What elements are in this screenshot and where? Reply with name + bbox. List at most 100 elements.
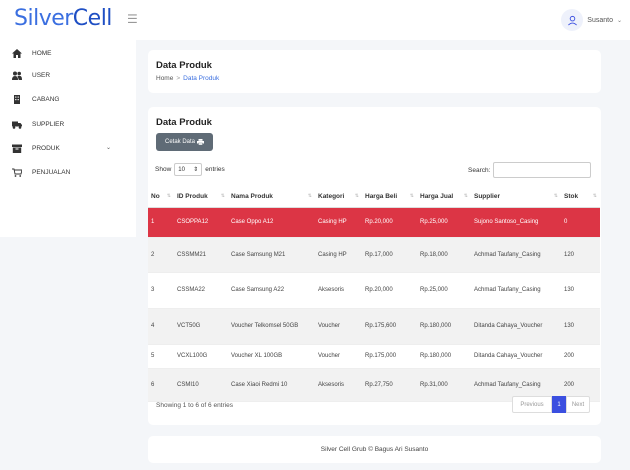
table-row: 1 CSOPPA12 Case Oppo A12 Casing HP Rp.20… bbox=[148, 207, 600, 238]
entries-value: 10 bbox=[178, 166, 185, 173]
next-page-button[interactable]: Next bbox=[566, 396, 590, 413]
sidebar-item-label: CABANG bbox=[32, 96, 60, 103]
sidebar-item-label: HOME bbox=[32, 50, 52, 57]
cell-id-produk: VCT50G bbox=[174, 308, 228, 345]
breadcrumb: Home > Data Produk bbox=[156, 75, 219, 82]
card-title: Data Produk bbox=[156, 117, 212, 128]
sidebar-item-user[interactable]: USER bbox=[12, 71, 50, 80]
column-header-id-produk[interactable]: ID Produk ⇅ bbox=[174, 187, 228, 208]
column-header-stok[interactable]: Stok ⇅ bbox=[561, 187, 600, 208]
cell-stok: 200 bbox=[561, 344, 600, 369]
breadcrumb-home[interactable]: Home bbox=[156, 75, 173, 82]
search-label: Search: bbox=[468, 166, 491, 174]
cell-stok: 0 bbox=[561, 207, 600, 238]
show-entries-control: Show 10 ⇕ entries bbox=[155, 163, 225, 176]
sort-icon: ⇅ bbox=[409, 193, 414, 200]
previous-page-button[interactable]: Previous bbox=[512, 396, 552, 413]
cell-kategori: Voucher bbox=[315, 308, 362, 345]
cell-harga-beli: Rp.27,750 bbox=[362, 368, 417, 402]
cell-kategori: Aksesoris bbox=[315, 368, 362, 402]
sidebar-item-produk[interactable]: PRODUK bbox=[12, 144, 60, 153]
user-menu[interactable]: Susanto ⌄ bbox=[561, 9, 622, 31]
cell-no: 1 bbox=[148, 207, 174, 238]
cell-nama-produk: Case Samsung A22 bbox=[228, 272, 315, 309]
cell-nama-produk: Voucher Telkomsel 50GB bbox=[228, 308, 315, 345]
footer-text: Silver Cell Grub © Bagus Ari Susanto bbox=[320, 446, 429, 453]
search-input[interactable] bbox=[493, 162, 592, 178]
sidebar-item-label: SUPPLIER bbox=[32, 121, 65, 128]
cell-harga-beli: Rp.20,000 bbox=[362, 272, 417, 309]
pagination: Previous 1 Next bbox=[512, 396, 590, 413]
sort-icon: ⇅ bbox=[463, 193, 468, 200]
cell-id-produk: CSOPPA12 bbox=[174, 207, 228, 238]
column-header-harga-beli[interactable]: Harga Beli ⇅ bbox=[362, 187, 417, 208]
cell-harga-beli: Rp.17,000 bbox=[362, 237, 417, 273]
column-header-harga-jual[interactable]: Harga Jual ⇅ bbox=[417, 187, 471, 208]
top-navbar: SilverCell ☰ Susanto ⌄ bbox=[0, 0, 630, 40]
cell-harga-jual: Rp.18,000 bbox=[417, 237, 471, 273]
column-header-nama-produk[interactable]: Nama Produk ⇅ bbox=[228, 187, 315, 208]
cell-id-produk: CSMI10 bbox=[174, 368, 228, 402]
cell-harga-jual: Rp.25,000 bbox=[417, 207, 471, 238]
sidebar-item-supplier[interactable]: SUPPLIER bbox=[12, 120, 64, 129]
cell-supplier: Achmad Taufany_Casing bbox=[471, 272, 561, 309]
cell-id-produk: VCXL100G bbox=[174, 344, 228, 369]
cell-id-produk: CSSMM21 bbox=[174, 237, 228, 273]
column-header-no[interactable]: No ⇅ bbox=[148, 187, 174, 208]
sort-icon: ⇅ bbox=[354, 193, 359, 200]
cell-kategori: Aksesoris bbox=[315, 272, 362, 309]
cell-kategori: Casing HP bbox=[315, 207, 362, 238]
table-row: 4 VCT50G Voucher Telkomsel 50GB Voucher … bbox=[148, 308, 600, 345]
cell-kategori: Casing HP bbox=[315, 237, 362, 273]
cell-harga-jual: Rp.180,000 bbox=[417, 344, 471, 369]
sidebar-item-label: PENJUALAN bbox=[32, 169, 71, 176]
sort-icon: ⇅ bbox=[166, 193, 171, 200]
page-header-card: Data Produk Home > Data Produk bbox=[148, 50, 601, 93]
cell-kategori: Voucher bbox=[315, 344, 362, 369]
print-data-button[interactable]: Cetak Data bbox=[156, 133, 213, 151]
box-icon bbox=[12, 144, 22, 153]
sort-icon: ⇅ bbox=[592, 193, 597, 200]
sidebar-item-penjualan[interactable]: PENJUALAN bbox=[12, 168, 70, 177]
column-header-supplier[interactable]: Supplier ⇅ bbox=[471, 187, 561, 208]
cell-harga-jual: Rp.31,000 bbox=[417, 368, 471, 402]
footer: Silver Cell Grub © Bagus Ari Susanto bbox=[148, 436, 601, 463]
cell-harga-beli: Rp.175,600 bbox=[362, 308, 417, 345]
sidebar-item-cabang[interactable]: CABANG bbox=[12, 95, 59, 104]
cell-nama-produk: Case Oppo A12 bbox=[228, 207, 315, 238]
chevron-down-icon: ⌄ bbox=[616, 17, 622, 24]
page-number-button[interactable]: 1 bbox=[552, 396, 566, 413]
entries-select[interactable]: 10 ⇕ bbox=[174, 163, 203, 176]
cell-supplier: Ditanda Cahaya_Voucher bbox=[471, 308, 561, 345]
search-control: Search: bbox=[468, 162, 592, 178]
sort-icon: ⇅ bbox=[553, 193, 558, 200]
sort-icon: ⇅ bbox=[220, 193, 225, 200]
column-header-kategori[interactable]: Kategori ⇅ bbox=[315, 187, 362, 208]
sidebar-item-label: USER bbox=[32, 72, 51, 79]
sidebar-item-label: PRODUK bbox=[32, 145, 60, 152]
menu-toggle-icon[interactable]: ☰ bbox=[127, 12, 138, 26]
chevron-down-icon[interactable]: ⌄ bbox=[106, 144, 111, 151]
sort-icon: ⇅ bbox=[307, 193, 312, 200]
cell-supplier: Achmad Taufany_Casing bbox=[471, 237, 561, 273]
cell-stok: 130 bbox=[561, 308, 600, 345]
show-label: Show bbox=[155, 166, 172, 173]
page-title: Data Produk bbox=[156, 60, 212, 71]
cell-stok: 130 bbox=[561, 272, 600, 309]
table-info: Showing 1 to 6 of 6 entries bbox=[156, 402, 233, 409]
logo-text-cell: Cell bbox=[72, 6, 113, 31]
app-logo[interactable]: SilverCell bbox=[14, 6, 112, 31]
sidebar-item-home[interactable]: HOME bbox=[12, 49, 52, 58]
print-icon bbox=[197, 139, 204, 145]
cell-no: 2 bbox=[148, 237, 174, 273]
truck-icon bbox=[12, 121, 22, 129]
sidebar: HOME USER CABANG SUPPLIER PRODUK ⌄ PENJU… bbox=[0, 40, 136, 237]
produk-table: No ⇅ ID Produk ⇅ Nama Produk ⇅ Kategori ⇅ Ha… bbox=[148, 187, 600, 402]
cell-harga-beli: Rp.175,000 bbox=[362, 344, 417, 369]
cell-nama-produk: Voucher XL 100GB bbox=[228, 344, 315, 369]
print-button-label: Cetak Data bbox=[164, 139, 195, 145]
table-row: 2 CSSMM21 Case Samsung M21 Casing HP Rp.… bbox=[148, 237, 600, 273]
users-icon bbox=[12, 71, 22, 80]
user-avatar-icon bbox=[561, 9, 584, 31]
breadcrumb-separator: > bbox=[176, 75, 181, 82]
